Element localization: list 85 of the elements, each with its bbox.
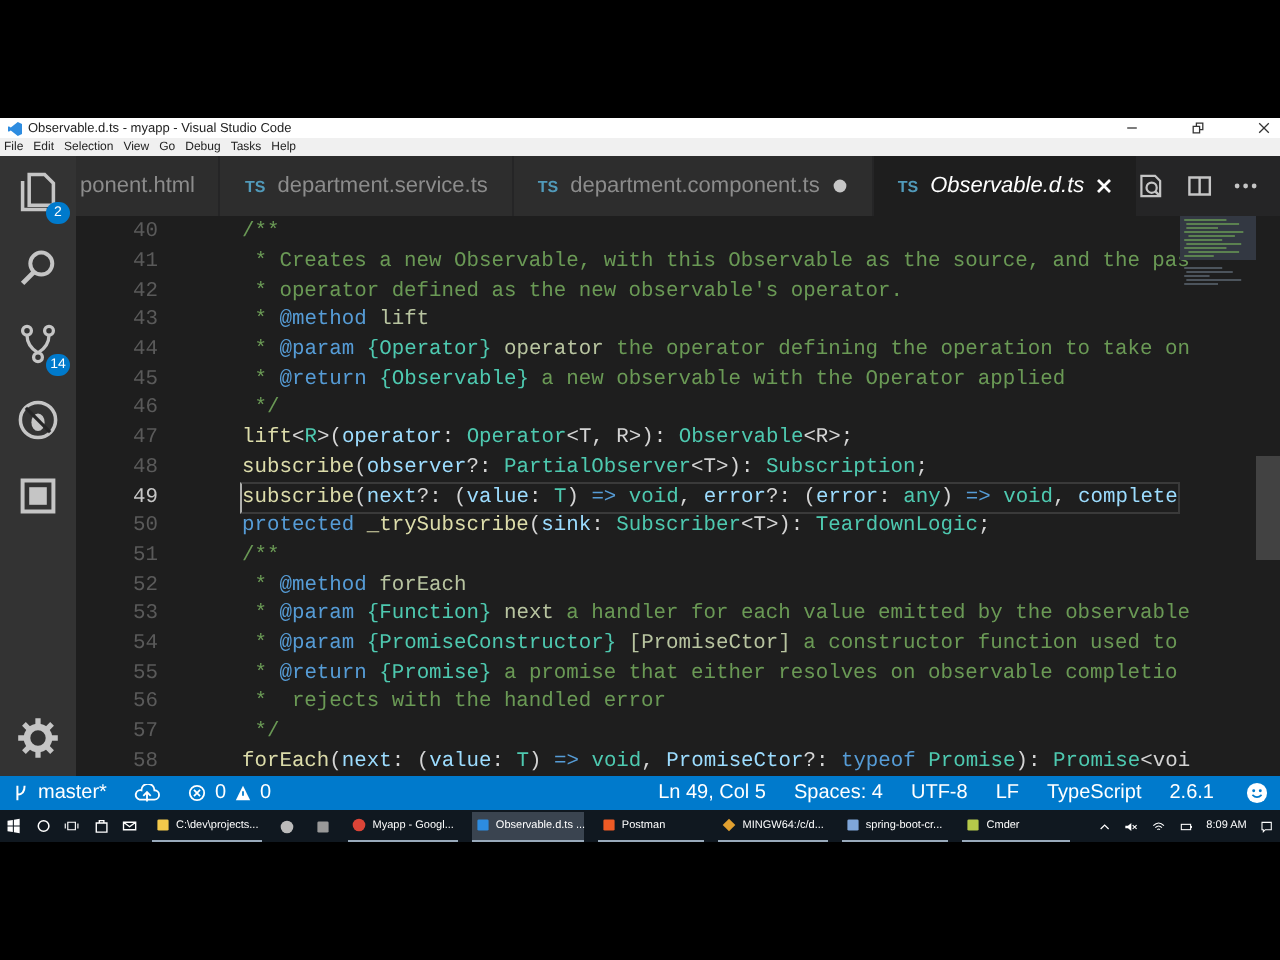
unsaved-dot-icon bbox=[831, 178, 848, 194]
code-line: * @param {PromiseConstructor} [PromiseCtor] a constructor function used to bbox=[252, 629, 1180, 660]
task-view-icon[interactable] bbox=[64, 818, 80, 834]
branch-icon[interactable] bbox=[12, 784, 30, 802]
code-line: * rejects with the handled error bbox=[252, 688, 669, 719]
app-icon bbox=[280, 819, 295, 833]
battery-icon[interactable] bbox=[1179, 819, 1193, 833]
app-icon bbox=[316, 819, 331, 833]
line-number: 45 bbox=[131, 367, 158, 392]
code-line: forEach(next: (value: T) => void, PromiseCtor?: typeof Promise): Promise<voi bbox=[240, 747, 1193, 776]
line-number: 54 bbox=[131, 631, 158, 656]
code-line: * @method forEach bbox=[252, 571, 469, 602]
code-line: * operator defined as the new observable's operator. bbox=[252, 277, 905, 308]
line-number: 53 bbox=[131, 602, 158, 627]
compare-icon[interactable] bbox=[1138, 172, 1166, 200]
line-number: 58 bbox=[131, 749, 158, 774]
line-number: 40 bbox=[131, 220, 158, 245]
line-number: 50 bbox=[131, 514, 158, 539]
restore-icon[interactable] bbox=[1190, 120, 1206, 136]
editor-tab[interactable]: TS Observable.d.ts bbox=[873, 156, 1139, 216]
line-number: 49 bbox=[131, 485, 158, 510]
line-number: 46 bbox=[131, 396, 158, 421]
line-number: 52 bbox=[131, 573, 158, 598]
notification-icon[interactable] bbox=[1260, 819, 1274, 833]
code-line: * @param {Operator} operator the operator defining the operation to take on bbox=[252, 336, 1192, 367]
line-number: 42 bbox=[131, 279, 158, 304]
code-line: * @method lift bbox=[252, 306, 432, 337]
editor-tab[interactable]: ponent.html bbox=[76, 156, 221, 216]
warning-icon[interactable] bbox=[234, 784, 253, 802]
search-icon[interactable] bbox=[16, 246, 60, 290]
status-item[interactable]: Ln 49, Col 5 bbox=[658, 782, 766, 804]
app-icon bbox=[475, 818, 490, 832]
code-line: protected _trySubscribe(sink: Subscriber<T>): TeardownLogic; bbox=[240, 512, 993, 543]
code-line: * @return {Promise} a promise that either resolves on observable completio bbox=[252, 659, 1180, 690]
close-icon[interactable] bbox=[1256, 120, 1272, 136]
status-item[interactable]: 2.6.1 bbox=[1169, 782, 1214, 804]
warning-count[interactable]: 0 bbox=[260, 782, 272, 804]
app-icon bbox=[155, 818, 170, 832]
status-item[interactable]: TypeScript bbox=[1047, 782, 1142, 804]
line-number: 51 bbox=[131, 543, 158, 568]
line-number: 41 bbox=[131, 250, 158, 275]
scrollbar-thumb[interactable] bbox=[1256, 456, 1280, 560]
app-icon bbox=[845, 818, 860, 832]
line-number: 43 bbox=[131, 308, 158, 333]
editor-tab[interactable]: TS department.component.ts bbox=[513, 156, 874, 216]
files-icon[interactable] bbox=[16, 170, 60, 214]
status-item[interactable]: LF bbox=[995, 782, 1019, 804]
code-line: subscribe(observer?: PartialObserver<T>): Subscription; bbox=[240, 453, 931, 484]
network-icon[interactable] bbox=[1151, 819, 1166, 833]
line-number: 47 bbox=[131, 426, 158, 451]
app-icon bbox=[722, 818, 737, 832]
app-icon bbox=[601, 818, 616, 832]
status-item[interactable]: Spaces: 4 bbox=[794, 782, 883, 804]
status-item[interactable]: UTF-8 bbox=[910, 782, 968, 804]
split-editor-icon[interactable] bbox=[1185, 172, 1213, 200]
line-number: 55 bbox=[131, 661, 158, 686]
code-line: /** bbox=[240, 541, 282, 572]
branch-name[interactable]: master* bbox=[38, 782, 107, 804]
no-bug-icon[interactable] bbox=[16, 398, 60, 442]
extensions-icon[interactable] bbox=[16, 474, 60, 518]
error-count[interactable]: 0 bbox=[214, 782, 227, 804]
code-line: */ bbox=[252, 718, 282, 749]
line-number: 57 bbox=[131, 720, 158, 745]
code-line: lift<R>(operator: Operator<T, R>): Observable<R>; bbox=[240, 424, 856, 455]
code-line: */ bbox=[252, 394, 282, 425]
muted-speaker-icon[interactable] bbox=[1124, 819, 1138, 833]
code-line: * @param {Function} next a handler for each value emitted by the observable bbox=[252, 600, 1192, 631]
mail-icon[interactable] bbox=[122, 818, 138, 834]
app-icon bbox=[352, 818, 367, 832]
store-icon[interactable] bbox=[93, 818, 109, 834]
line-number: 56 bbox=[131, 690, 158, 715]
windows-start-icon[interactable] bbox=[6, 818, 22, 834]
app-logo-icon bbox=[8, 121, 22, 135]
app-icon bbox=[966, 818, 981, 832]
code-line: /** bbox=[240, 218, 282, 249]
error-icon[interactable] bbox=[188, 784, 207, 802]
smiley-icon[interactable] bbox=[1246, 782, 1268, 804]
editor-tab[interactable]: TS department.service.ts bbox=[220, 156, 514, 216]
code-line: * @return {Observable} a new observable with the Operator applied bbox=[252, 365, 1068, 396]
settings-icon[interactable] bbox=[16, 716, 60, 760]
caret-up-icon[interactable] bbox=[1097, 819, 1111, 833]
line-number: 48 bbox=[131, 455, 158, 480]
search-icon[interactable] bbox=[35, 818, 51, 834]
line-number: 44 bbox=[131, 338, 158, 363]
cloud-upload-icon[interactable] bbox=[134, 783, 161, 803]
